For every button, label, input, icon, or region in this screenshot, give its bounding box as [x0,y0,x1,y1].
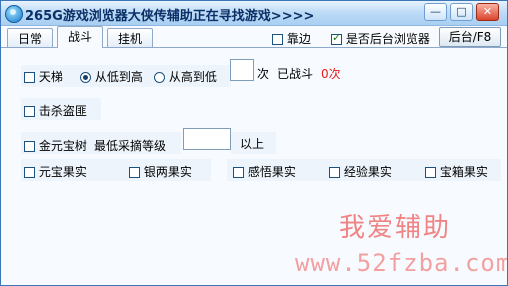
maximize-button[interactable]: □ [450,3,473,21]
background-browser-option[interactable]: 是否后台浏览器 [331,30,430,47]
fruit-exp-label: 经验果实 [343,165,392,179]
above-label: 以上 [240,137,265,151]
app-icon [5,5,23,23]
window-title: 265G游戏浏览器大侠传辅助正在寻找游戏>>>> [25,9,315,24]
maximize-icon: □ [456,5,467,18]
fought-count: 0次 [321,67,341,81]
fruit-chest-option[interactable]: 宝箱果实 [425,163,488,180]
fruit-chest-checkbox[interactable] [425,167,436,178]
fruit-exp-option[interactable]: 经验果实 [329,163,392,180]
fruit-yuanbao-label: 元宝果实 [38,165,87,179]
fought-label: 已战斗 [277,67,314,81]
low-to-high-label: 从低到高 [94,70,143,84]
fruit-silver-checkbox[interactable] [129,167,140,178]
min-level-label: 最低采摘等级 [94,139,167,153]
gold-treasure-checkbox[interactable] [24,141,35,152]
kill-bandits-label: 击杀盗匪 [38,104,87,118]
high-to-low-label: 从高到低 [168,70,217,84]
kill-bandits-checkbox[interactable] [24,106,35,117]
title-bar[interactable]: 265G游戏浏览器大侠传辅助正在寻找游戏>>>> — □ ✕ [1,1,507,26]
dock-option[interactable]: 靠边 [272,30,311,47]
tab-daily[interactable]: 日常 [7,28,54,48]
fruit-exp-checkbox[interactable] [329,167,340,178]
background-browser-checkbox[interactable] [331,31,342,45]
tab-idle[interactable]: 挂机 [107,28,154,48]
fruit-insight-option[interactable]: 感悟果实 [233,163,296,180]
times-label: 次 [257,67,270,81]
dock-label: 靠边 [286,32,311,46]
ladder-label: 天梯 [38,70,63,84]
background-browser-label: 是否后台浏览器 [345,32,430,46]
background-f8-button[interactable]: 后台/F8 [439,27,501,47]
high-to-low-radio[interactable] [154,72,165,83]
kill-bandits-option[interactable]: 击杀盗匪 [24,102,87,119]
fruit-yuanbao-checkbox[interactable] [24,167,35,178]
close-button[interactable]: ✕ [476,3,499,21]
low-to-high-option[interactable]: 从低到高 [80,68,143,85]
ladder-count-input[interactable] [230,59,254,81]
gold-treasure-option[interactable]: 金元宝树 [24,137,87,154]
fruit-silver-option[interactable]: 银两果实 [129,163,192,180]
low-to-high-radio[interactable] [80,72,91,83]
minimize-icon: — [430,5,441,18]
fruit-chest-label: 宝箱果实 [439,165,488,179]
fruit-yuanbao-option[interactable]: 元宝果实 [24,163,87,180]
ladder-checkbox[interactable] [24,72,35,83]
fruit-silver-label: 银两果实 [143,165,192,179]
tab-bar: 日常 战斗 挂机 [1,26,507,48]
watermark-title: 我爱辅助 [339,213,452,243]
gold-treasure-label: 金元宝树 [38,139,87,153]
watermark-url: www.52fzba.com [295,249,508,277]
high-to-low-option[interactable]: 从高到低 [154,68,217,85]
tab-battle[interactable]: 战斗 [57,26,104,48]
fruit-insight-label: 感悟果实 [247,165,296,179]
ladder-option[interactable]: 天梯 [24,68,63,85]
minimize-button[interactable]: — [424,3,447,21]
fruit-insight-checkbox[interactable] [233,167,244,178]
close-icon: ✕ [482,5,493,18]
app-window: 265G游戏浏览器大侠传辅助正在寻找游戏>>>> — □ ✕ 日常 战斗 挂机 … [0,0,508,286]
dock-checkbox[interactable] [272,34,283,45]
min-level-input[interactable] [183,128,231,150]
